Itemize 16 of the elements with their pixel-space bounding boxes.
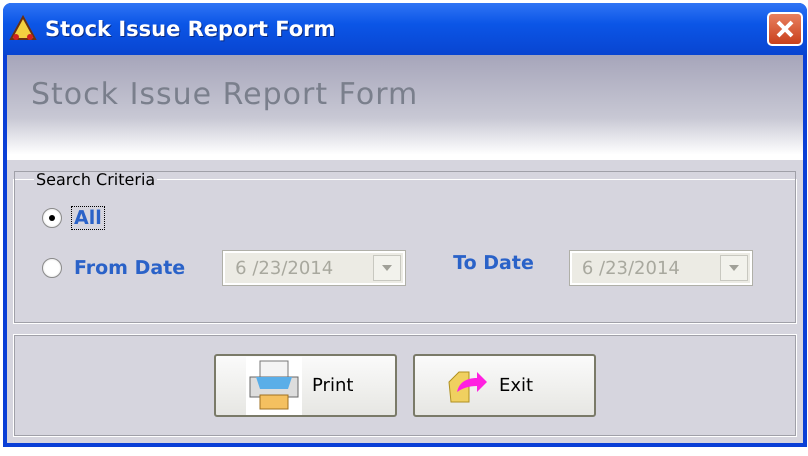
exit-button[interactable]: Exit <box>413 354 596 417</box>
group-title: Search Criteria <box>35 170 156 189</box>
radio-label[interactable]: From Date <box>72 257 188 279</box>
radio-button[interactable] <box>42 208 62 228</box>
radio-label[interactable]: All <box>72 207 104 229</box>
window-title: Stock Issue Report Form <box>45 17 336 41</box>
radio-button[interactable] <box>42 258 62 278</box>
print-button[interactable]: Print <box>214 354 397 417</box>
form-heading: Stock Issue Report Form <box>31 77 418 112</box>
dropdown-arrow-icon <box>728 264 740 272</box>
app-logo-icon <box>9 15 37 43</box>
dropdown-arrow-icon <box>381 264 394 272</box>
printer-icon <box>246 356 302 414</box>
to-date-label: To Date <box>452 252 535 274</box>
close-icon <box>775 19 795 39</box>
close-button[interactable] <box>767 12 803 46</box>
